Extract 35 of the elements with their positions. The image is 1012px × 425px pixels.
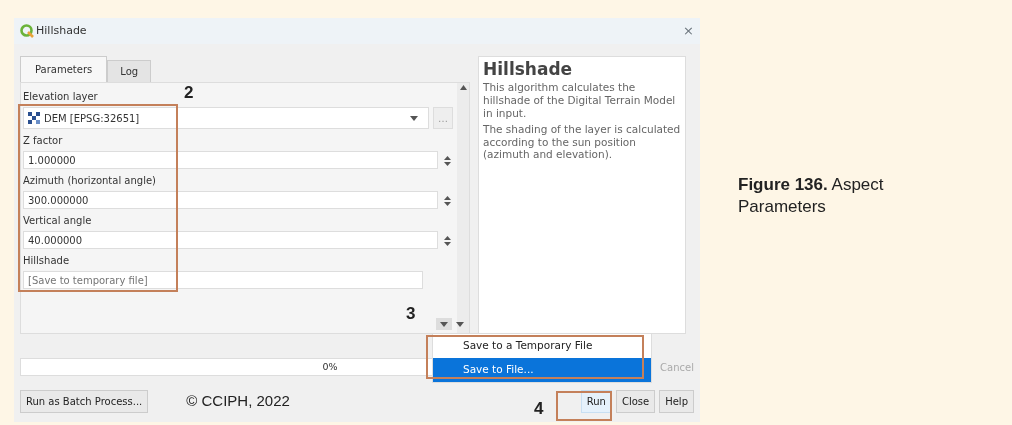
field-label: Azimuth (horizontal angle) bbox=[23, 174, 156, 188]
close-button[interactable]: × bbox=[683, 21, 694, 41]
callout-number: 2 bbox=[184, 84, 194, 101]
raster-layer-icon bbox=[28, 112, 40, 124]
callout-number: 3 bbox=[406, 305, 416, 322]
help-title: Hillshade bbox=[483, 59, 574, 80]
tab[interactable]: Parameters bbox=[20, 56, 108, 82]
layer-value: DEM [EPSG:32651] bbox=[44, 111, 141, 126]
batch-button[interactable]: Run as Batch Process... bbox=[20, 390, 149, 413]
dropdown-arrow-icon bbox=[410, 115, 418, 121]
highlight-frame bbox=[556, 391, 612, 421]
menu-item[interactable]: Save to File... bbox=[433, 357, 651, 382]
scroll-up-icon[interactable] bbox=[459, 85, 467, 90]
help-text: This algorithm calculates the hillshade of the Digital Terrain Model in input. bbox=[483, 81, 677, 120]
help-text: The shading of the layer is calculated according to the sun position (azimuth and elevation). bbox=[483, 123, 681, 161]
copyright-text: © CCIPH, 2022 bbox=[186, 391, 290, 412]
field-label: Hillshade bbox=[23, 254, 70, 268]
figure-caption: Figure 136. Aspect Parameters bbox=[738, 174, 885, 219]
field-label: Elevation layer bbox=[23, 90, 98, 104]
close-button[interactable]: Close bbox=[615, 390, 656, 413]
progress-text: 0% bbox=[322, 359, 338, 374]
field-label: Z factor bbox=[23, 134, 63, 148]
number-field[interactable]: 40.000000 bbox=[23, 231, 438, 249]
app-logo-icon bbox=[20, 24, 34, 38]
layer-dropdown[interactable]: DEM [EPSG:32651] bbox=[23, 107, 429, 129]
output-options-button[interactable] bbox=[436, 318, 452, 330]
number-field[interactable]: 1.000000 bbox=[23, 151, 438, 169]
field-label: Vertical angle bbox=[23, 214, 92, 228]
tab[interactable]: Log bbox=[107, 60, 152, 82]
window-title: Hillshade bbox=[36, 22, 87, 39]
help-button[interactable]: Help bbox=[659, 390, 694, 413]
number-field[interactable]: 300.000000 bbox=[23, 191, 438, 209]
output-field[interactable]: [Save to temporary file] bbox=[23, 271, 423, 289]
menu-item[interactable]: Save to a Temporary File bbox=[433, 334, 651, 358]
callout-number: 4 bbox=[534, 400, 544, 417]
